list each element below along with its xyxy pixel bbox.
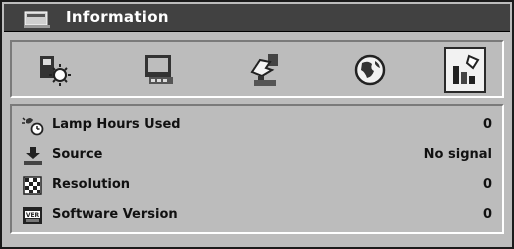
row-value: 0 [482,117,492,132]
info-row-software-version: VER Software Version 0 [22,204,492,228]
software-version-icon: VER [22,206,44,226]
globe-icon [354,54,386,86]
row-label: Software Version [52,207,178,222]
menu-title: Information [66,8,169,26]
info-row-lamp-hours: Lamp Hours Used 0 [22,114,492,138]
lamp-hours-icon [22,116,44,136]
tab-setup[interactable] [244,50,284,90]
tab-information[interactable] [444,47,486,93]
title-bar: Information [4,4,510,32]
row-value: 0 [482,177,492,192]
info-row-source: Source No signal [22,144,492,168]
information-bars-icon [453,54,480,84]
source-icon [22,146,44,166]
resolution-icon [22,176,44,196]
row-label: Resolution [52,177,131,192]
tab-language[interactable] [350,50,390,90]
row-value: No signal [423,147,492,162]
svg-text:VER: VER [26,212,40,219]
setup-hand-icon [250,54,278,86]
tab-display-settings[interactable] [139,50,179,90]
image-settings-icon [40,56,71,86]
information-menu-window: Information Lamp Hours Used 0 Source No … [0,0,514,249]
display-settings-icon [145,55,173,84]
row-label: Lamp Hours Used [52,117,181,132]
row-value: 0 [482,207,492,222]
information-panel: Lamp Hours Used 0 Source No signal Resol… [10,104,504,234]
tab-image-settings[interactable] [34,50,74,90]
info-row-resolution: Resolution 0 [22,174,492,198]
row-label: Source [52,147,103,162]
information-menu-icon [24,10,50,28]
menu-tabs [10,40,504,98]
